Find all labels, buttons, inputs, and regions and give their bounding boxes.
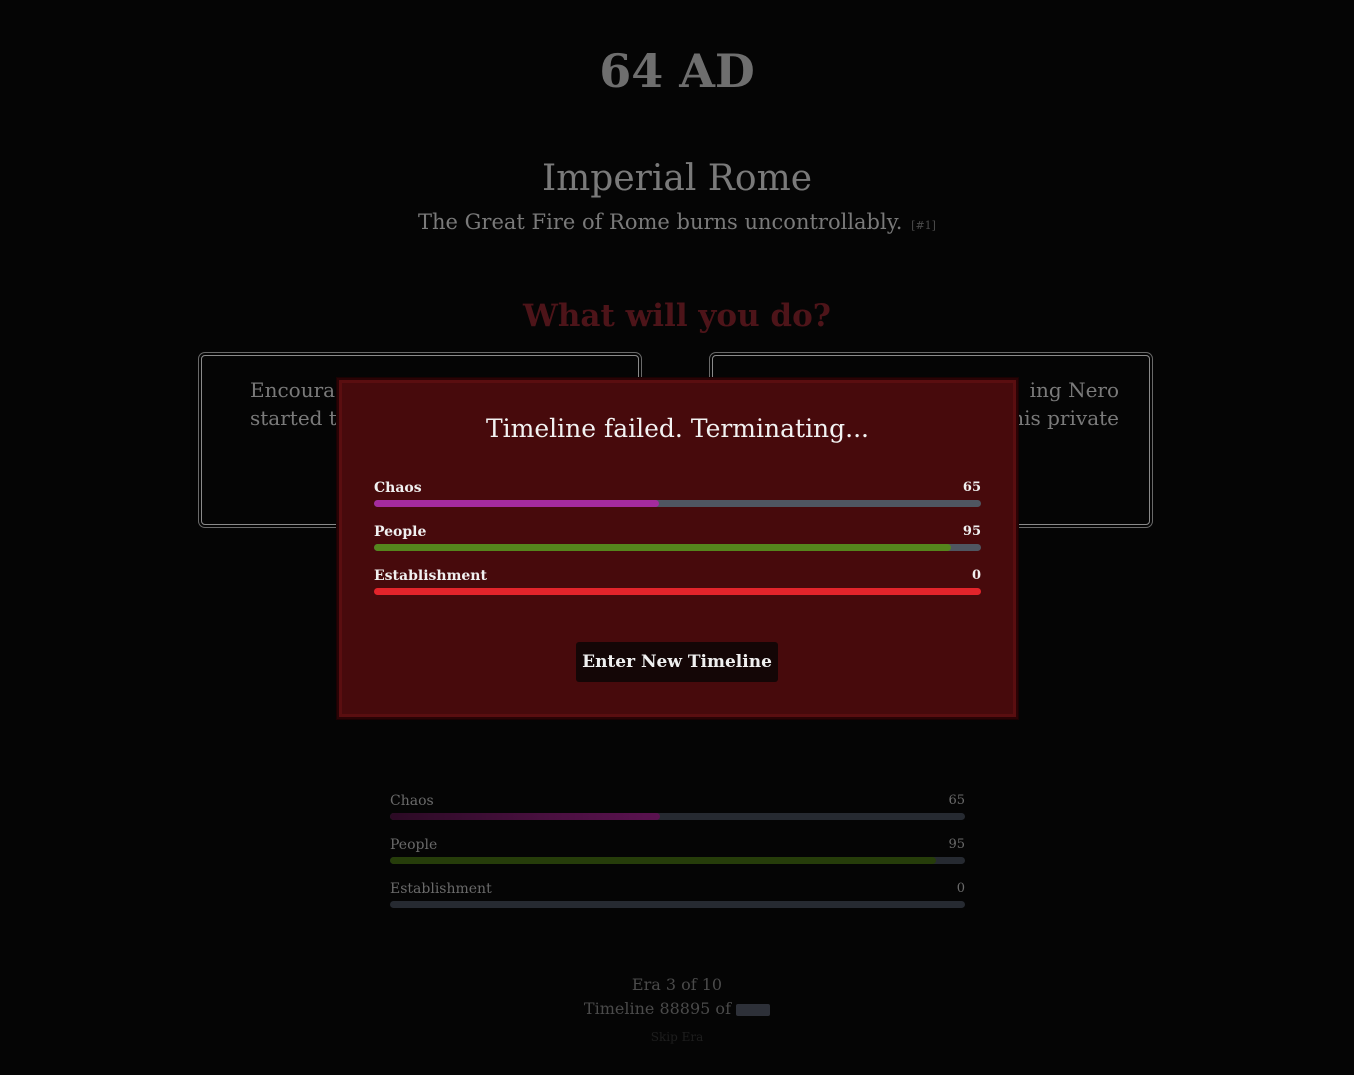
modal-stats-panel: Chaos 65 People 95 Establishment 0 xyxy=(374,480,981,612)
stat-track xyxy=(390,813,965,820)
stat-row-establishment: Establishment 0 xyxy=(390,881,965,925)
enter-new-timeline-button[interactable]: Enter New Timeline xyxy=(576,642,778,682)
stat-track xyxy=(374,544,981,551)
era-counter: Era 3 of 10 xyxy=(631,975,723,994)
event-text: The Great Fire of Rome burns uncontrolla… xyxy=(418,210,903,234)
people-bar-fill xyxy=(374,544,951,551)
stat-label: People xyxy=(374,524,427,540)
stat-value: 0 xyxy=(971,568,981,583)
stat-row-chaos: Chaos 65 xyxy=(390,793,965,837)
timeline-text: Timeline 88895 of xyxy=(583,999,731,1018)
stat-track xyxy=(390,901,965,908)
modal-stat-row-people: People 95 xyxy=(374,524,981,568)
stat-row-people: People 95 xyxy=(390,837,965,881)
footer: Era 3 of 10 Timeline 88895 of Skip Era xyxy=(0,973,1354,1049)
stat-label: Establishment xyxy=(390,881,492,897)
modal-title: Timeline failed. Terminating... xyxy=(485,414,870,443)
modal-stat-row-establishment: Establishment 0 xyxy=(374,568,981,612)
place-title: Imperial Rome xyxy=(541,158,813,199)
year-title: 64 AD xyxy=(599,44,755,98)
game-screen: 64 AD Imperial Rome The Great Fire of Ro… xyxy=(0,0,1354,1075)
redacted-total xyxy=(736,1003,771,1016)
stat-label: Chaos xyxy=(374,480,422,496)
modal-stat-row-chaos: Chaos 65 xyxy=(374,480,981,524)
stat-track xyxy=(390,857,965,864)
timeline-failed-modal: Timeline failed. Terminating... Chaos 65… xyxy=(337,378,1018,719)
stat-track xyxy=(374,588,981,595)
stats-panel: Chaos 65 People 95 Establishment 0 xyxy=(390,793,965,925)
chaos-bar-fill xyxy=(390,813,661,820)
decision-prompt: What will you do? xyxy=(523,298,831,334)
chaos-bar-fill xyxy=(374,500,660,507)
stat-value: 0 xyxy=(956,881,965,896)
stat-value: 95 xyxy=(962,524,981,539)
people-bar-fill xyxy=(390,857,937,864)
stat-track xyxy=(374,500,981,507)
stat-value: 95 xyxy=(948,837,965,852)
stat-label: People xyxy=(390,837,438,853)
event-description: The Great Fire of Rome burns uncontrolla… xyxy=(0,210,1354,234)
stat-value: 65 xyxy=(962,480,981,495)
stat-label: Chaos xyxy=(390,793,434,809)
skip-era-link[interactable]: Skip Era xyxy=(0,1025,1354,1049)
stat-label: Establishment xyxy=(374,568,487,584)
timeline-counter: Timeline 88895 of xyxy=(0,997,1354,1021)
event-reference: [#1] xyxy=(911,219,936,232)
stat-value: 65 xyxy=(948,793,965,808)
